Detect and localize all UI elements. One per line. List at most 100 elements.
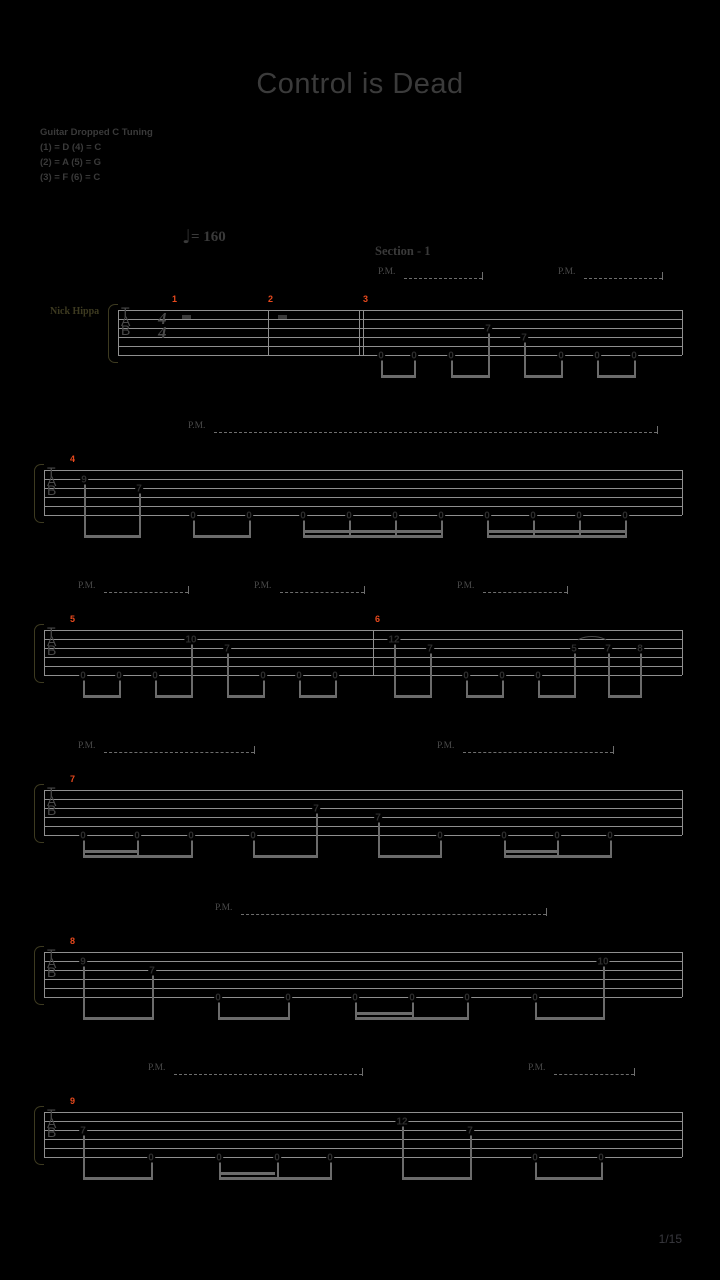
note-stem [152, 973, 154, 1017]
barline [118, 310, 119, 355]
tuning-line-3: (3) = F (6) = C [40, 172, 101, 183]
palm-mute-end-tick [634, 1068, 636, 1076]
fret-number: 0 [79, 830, 87, 841]
staff-line [44, 799, 682, 800]
fret-number: 0 [295, 670, 303, 681]
palm-mute-line [463, 752, 613, 753]
barline [373, 630, 374, 675]
note-beam [303, 535, 443, 538]
barline [682, 630, 683, 675]
fret-number: 0 [462, 670, 470, 681]
measure-number: 3 [363, 294, 369, 304]
barline [44, 470, 45, 515]
staff-line [118, 310, 682, 311]
fret-number: 0 [447, 350, 455, 361]
fret-number: 0 [410, 350, 418, 361]
fret-number: 0 [557, 350, 565, 361]
fret-number: 10 [184, 634, 198, 645]
note-beam [466, 695, 504, 698]
note-stem [227, 651, 229, 695]
palm-mute-marking: P.M. [378, 267, 396, 277]
barline [682, 1112, 683, 1157]
staff-line [44, 1130, 682, 1131]
fret-number: 0 [575, 510, 583, 521]
note-stem [524, 340, 526, 375]
fret-number: 0 [408, 992, 416, 1003]
palm-mute-end-tick [546, 908, 548, 916]
tab-clef: TAB [47, 785, 56, 817]
measure-number: 9 [70, 1096, 76, 1106]
note-stem [470, 1133, 472, 1177]
fret-number: 0 [215, 1152, 223, 1163]
note-stem [402, 1124, 404, 1177]
note-beam [597, 375, 636, 378]
measure-number: 5 [70, 614, 76, 624]
staff-line [44, 648, 682, 649]
note-stem [83, 1133, 85, 1177]
palm-mute-line [104, 752, 254, 753]
barline [682, 470, 683, 515]
measure-number: 6 [375, 614, 381, 624]
tempo-marking: ♩= 160 [182, 226, 226, 248]
note-stem [316, 811, 318, 855]
note-beam [487, 535, 627, 538]
tab-clef-letter: B [47, 1124, 57, 1140]
note-stem [608, 651, 610, 695]
barline [682, 952, 683, 997]
palm-mute-marking: P.M. [437, 741, 455, 751]
staff-line [44, 790, 682, 791]
note-beam [355, 1017, 469, 1020]
fret-number: 0 [630, 350, 638, 361]
staff-line [44, 1157, 682, 1158]
fret-number: 7 [426, 643, 434, 654]
fret-number: 0 [606, 830, 614, 841]
measure-number: 1 [172, 294, 178, 304]
quarter-note-icon: ♩ [182, 226, 191, 248]
staff-line [44, 808, 682, 809]
staff-line [118, 328, 682, 329]
tempo-value: = 160 [190, 229, 226, 245]
staff-line [118, 337, 682, 338]
barline [44, 952, 45, 997]
palm-mute-line [214, 432, 657, 433]
staff-line [44, 988, 682, 989]
system-bracket [34, 946, 44, 1005]
palm-mute-end-tick [188, 586, 190, 594]
fret-number: 5 [570, 643, 578, 654]
fret-number: 0 [437, 510, 445, 521]
fret-number: 0 [147, 1152, 155, 1163]
staff-line [44, 666, 682, 667]
whole-rest [182, 315, 191, 319]
fret-number: 7 [148, 965, 156, 976]
palm-mute-marking: P.M. [148, 1063, 166, 1073]
fret-number: 0 [345, 510, 353, 521]
fret-number: 0 [299, 510, 307, 521]
palm-mute-line [483, 592, 567, 593]
fret-number: 7 [466, 1125, 474, 1136]
palm-mute-marking: P.M. [215, 903, 233, 913]
fret-number: 0 [391, 510, 399, 521]
staff-line [44, 470, 682, 471]
fret-number: 0 [331, 670, 339, 681]
tab-clef-letter: B [47, 642, 57, 658]
tab-clef: TAB [121, 305, 130, 337]
fret-number: 7 [223, 643, 231, 654]
palm-mute-line [174, 1074, 362, 1075]
note-beam [155, 695, 193, 698]
note-beam [535, 1017, 605, 1020]
palm-mute-line [584, 278, 662, 279]
staff-line [44, 952, 682, 953]
measure-number: 8 [70, 936, 76, 946]
fret-number: 0 [436, 830, 444, 841]
fret-number: 0 [534, 670, 542, 681]
fret-number: 0 [273, 1152, 281, 1163]
system-bracket [34, 624, 44, 683]
fret-number: 0 [259, 670, 267, 681]
palm-mute-marking: P.M. [78, 741, 96, 751]
note-stem [378, 820, 380, 855]
note-beam [219, 1177, 332, 1180]
note-beam [193, 535, 251, 538]
fret-number: 0 [500, 830, 508, 841]
palm-mute-end-tick [362, 1068, 364, 1076]
note-beam [535, 1177, 603, 1180]
